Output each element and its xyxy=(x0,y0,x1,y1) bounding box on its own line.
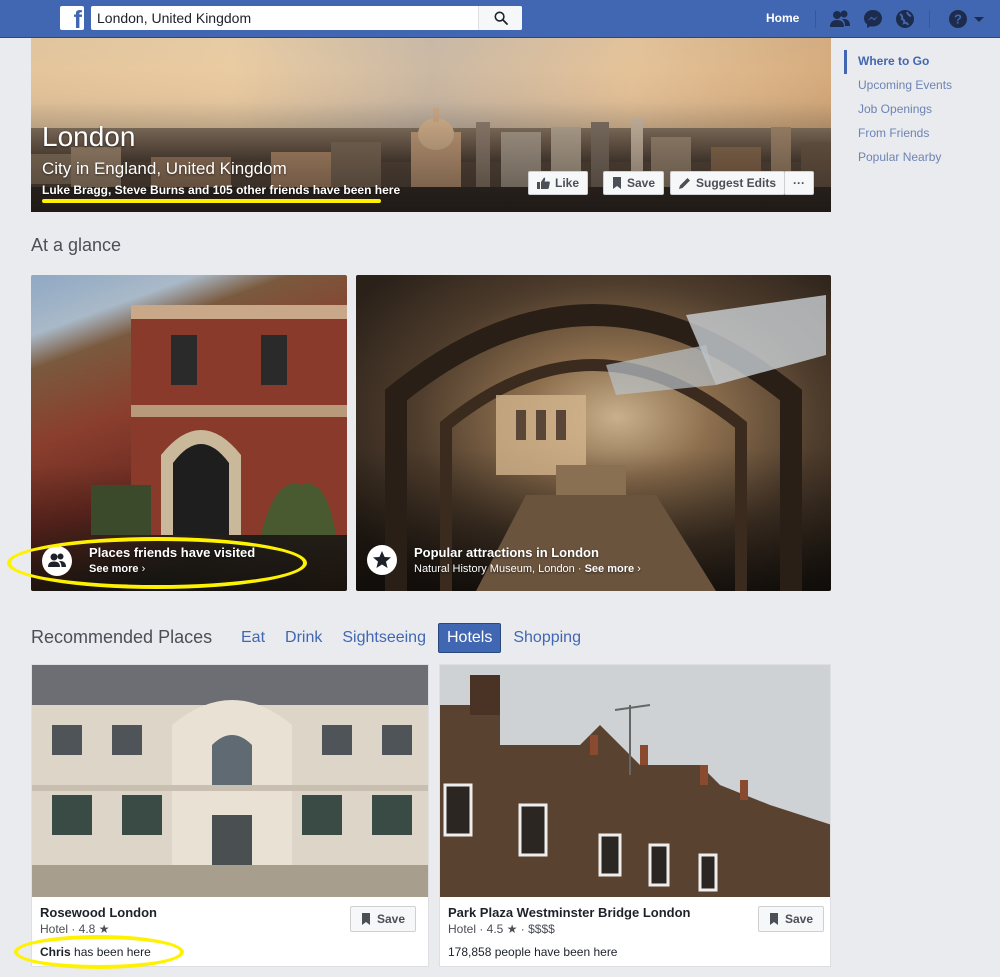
thumbs-up-icon xyxy=(537,177,550,189)
tab-hotels[interactable]: Hotels xyxy=(437,623,502,653)
more-options-button[interactable]: ··· xyxy=(784,171,814,195)
place-title: London xyxy=(42,121,136,152)
brick-terrace-image xyxy=(440,665,830,897)
messenger-icon[interactable] xyxy=(862,8,884,30)
highlight-circle xyxy=(7,537,307,589)
popular-attractions-card[interactable]: Popular attractions in London Natural Hi… xyxy=(356,275,831,591)
bookmark-icon xyxy=(613,177,621,189)
category-tabs: Eat Drink Sightseeing Hotels Shopping xyxy=(233,623,593,653)
tab-sightseeing[interactable]: Sightseeing xyxy=(334,624,434,652)
like-button[interactable]: Like xyxy=(528,171,589,195)
chevron-right-icon: › xyxy=(637,563,641,575)
tab-shopping[interactable]: Shopping xyxy=(505,624,589,652)
top-navigation-bar: f Home ? xyxy=(0,0,1000,38)
dropdown-arrow-icon[interactable] xyxy=(972,8,986,30)
place-name[interactable]: Rosewood London xyxy=(40,905,157,920)
highlight-circle xyxy=(14,935,184,969)
card-subtitle: Natural History Museum, London · See mor… xyxy=(414,563,641,575)
more-dots-icon: ··· xyxy=(793,176,805,190)
bookmark-icon xyxy=(770,913,778,925)
building-photo xyxy=(91,305,347,535)
place-meta: Hotel · 4.8 ★ xyxy=(40,922,110,936)
save-button[interactable]: Save xyxy=(758,906,825,932)
suggest-edits-button[interactable]: Suggest Edits xyxy=(670,171,786,195)
star-badge-icon xyxy=(367,545,397,575)
at-a-glance-heading: At a glance xyxy=(31,235,122,255)
home-link[interactable]: Home xyxy=(766,11,799,25)
hotel-facade-image xyxy=(32,665,428,897)
see-more-link[interactable]: See more xyxy=(585,563,635,575)
hotel-photo xyxy=(32,665,428,897)
place-name[interactable]: Park Plaza Westminster Bridge London xyxy=(448,905,690,920)
place-meta: Hotel · 4.5 ★ · $$$$ xyxy=(448,922,555,936)
bookmark-icon xyxy=(362,913,370,925)
place-card[interactable]: Park Plaza Westminster Bridge London Hot… xyxy=(439,664,831,967)
place-subtitle: City in England, United Kingdom xyxy=(42,159,287,178)
card-title: Popular attractions in London xyxy=(414,545,599,560)
globe-icon[interactable] xyxy=(894,8,916,30)
nav-item-from-friends[interactable]: From Friends xyxy=(844,122,984,146)
facebook-logo-icon[interactable]: f xyxy=(60,6,84,30)
tab-eat[interactable]: Eat xyxy=(233,624,273,652)
section-nav: Where to Go Upcoming Events Job Openings… xyxy=(844,50,984,170)
highlight-underline xyxy=(42,199,381,203)
svg-text:?: ? xyxy=(954,12,962,27)
nav-item-where-to-go[interactable]: Where to Go xyxy=(844,50,984,74)
nav-divider xyxy=(929,10,930,28)
friends-icon[interactable] xyxy=(829,8,851,30)
hotel-photo xyxy=(440,665,830,897)
recommended-places-heading: Recommended Places xyxy=(31,627,213,647)
people-been-here-text: 178,858 people have been here xyxy=(448,945,618,959)
search-icon xyxy=(494,11,508,25)
place-card[interactable]: Rosewood London Hotel · 4.8 ★ Chris has … xyxy=(31,664,429,967)
save-place-button[interactable]: Save xyxy=(603,171,665,195)
search-input[interactable] xyxy=(97,6,477,30)
nav-item-popular-nearby[interactable]: Popular Nearby xyxy=(844,146,984,170)
search-button[interactable] xyxy=(478,6,522,30)
nav-divider xyxy=(815,10,816,28)
museum-hall-photo xyxy=(385,295,826,591)
friends-visited-text[interactable]: Luke Bragg, Steve Burns and 105 other fr… xyxy=(42,183,400,197)
nav-item-upcoming-events[interactable]: Upcoming Events xyxy=(844,74,984,98)
tab-drink[interactable]: Drink xyxy=(277,624,330,652)
help-icon[interactable]: ? xyxy=(947,8,969,30)
nav-item-job-openings[interactable]: Job Openings xyxy=(844,98,984,122)
save-button[interactable]: Save xyxy=(350,906,417,932)
pencil-icon xyxy=(679,178,690,189)
search-box[interactable] xyxy=(91,6,522,30)
